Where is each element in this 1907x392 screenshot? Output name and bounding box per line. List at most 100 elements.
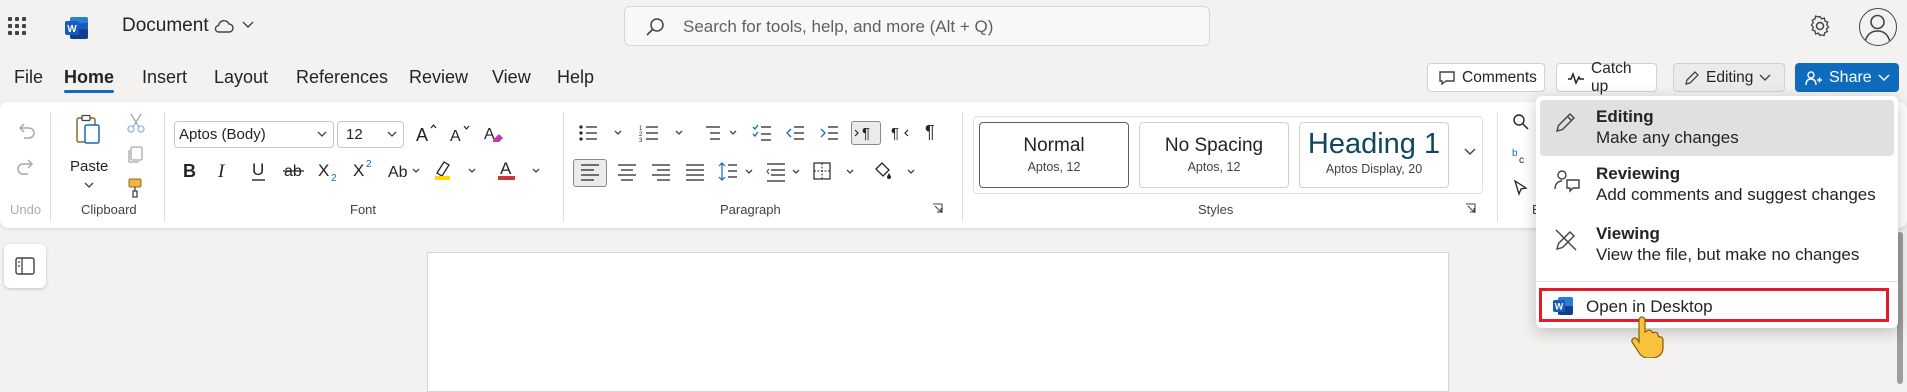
document-title[interactable]: Document	[122, 15, 209, 37]
paragraph-spacing-icon[interactable]	[766, 161, 806, 183]
increase-indent-icon[interactable]	[819, 124, 839, 142]
bold-icon[interactable]: B	[182, 160, 198, 180]
share-label: Share	[1829, 68, 1872, 86]
tab-references[interactable]: References	[296, 67, 388, 88]
redo-icon[interactable]	[16, 158, 36, 176]
show-formatting-marks-icon[interactable]: ¶	[925, 122, 935, 143]
subscript-icon[interactable]: X2	[317, 160, 341, 182]
underline-icon[interactable]: U	[250, 160, 268, 182]
cloud-saved-icon	[212, 18, 234, 34]
change-case-icon[interactable]: Ab	[387, 161, 421, 181]
format-painter-icon[interactable]	[127, 178, 143, 198]
tab-layout[interactable]: Layout	[214, 67, 268, 88]
style-desc: Aptos Display, 20	[1325, 162, 1423, 176]
styles-dialog-launcher-icon[interactable]	[1465, 203, 1477, 215]
justify-icon[interactable]	[685, 162, 705, 182]
font-size-value: 12	[346, 126, 363, 143]
tab-view[interactable]: View	[492, 67, 531, 88]
align-left-icon[interactable]	[573, 159, 607, 187]
bullets-icon[interactable]	[578, 124, 626, 142]
paste-label[interactable]: Paste	[70, 158, 108, 175]
share-button[interactable]: Share	[1795, 63, 1899, 92]
shrink-font-icon[interactable]: A	[449, 123, 471, 145]
menu-item-viewing[interactable]: Viewing View the file, but make no chang…	[1536, 218, 1898, 276]
comments-button[interactable]: Comments	[1427, 63, 1545, 92]
decrease-indent-icon[interactable]	[785, 124, 805, 142]
align-right-icon[interactable]	[651, 162, 671, 182]
navigation-pane-button[interactable]	[4, 244, 46, 288]
hand-pointer-cursor-icon	[1628, 316, 1664, 358]
style-no-spacing[interactable]: No Spacing Aptos, 12	[1139, 122, 1289, 188]
pencil-icon	[1554, 110, 1578, 134]
svg-text:B: B	[183, 161, 196, 180]
settings-gear-icon[interactable]	[1808, 14, 1832, 38]
svg-text:A: A	[450, 128, 461, 145]
svg-text:W: W	[1555, 302, 1564, 312]
pencil-icon	[1684, 70, 1700, 86]
line-spacing-icon[interactable]	[718, 161, 758, 183]
app-launcher-icon[interactable]	[8, 17, 26, 35]
paragraph-dialog-launcher-icon[interactable]	[932, 203, 944, 215]
tab-file[interactable]: File	[14, 67, 43, 88]
svg-text:Ab: Ab	[388, 164, 408, 181]
chevron-down-icon	[387, 131, 397, 138]
align-center-icon[interactable]	[617, 162, 637, 182]
multilevel-list-icon[interactable]	[705, 124, 741, 142]
borders-icon[interactable]	[813, 161, 861, 183]
tab-home[interactable]: Home	[64, 67, 114, 88]
rtl-direction-icon[interactable]: ¶	[889, 122, 911, 144]
font-color-icon[interactable]: A	[497, 158, 543, 182]
find-search-icon[interactable]	[1512, 113, 1530, 131]
menu-item-title: Editing	[1596, 107, 1654, 126]
catch-up-button[interactable]: Catch up	[1556, 60, 1657, 95]
style-normal[interactable]: Normal Aptos, 12	[979, 122, 1129, 188]
superscript-icon[interactable]: X2	[352, 158, 376, 180]
menu-item-reviewing[interactable]: Reviewing Add comments and suggest chang…	[1536, 158, 1898, 216]
document-page[interactable]	[427, 252, 1449, 392]
navigation-pane-icon	[15, 257, 35, 275]
select-arrow-icon[interactable]	[1512, 179, 1530, 197]
copy-icon[interactable]	[127, 146, 143, 164]
font-group-label: Font	[350, 202, 377, 217]
tab-help[interactable]: Help	[557, 67, 594, 88]
people-icon	[1805, 70, 1823, 86]
avatar[interactable]	[1859, 8, 1897, 46]
style-heading-1[interactable]: Heading 1 Aptos Display, 20	[1299, 122, 1449, 188]
comment-icon	[1438, 70, 1456, 86]
style-name: No Spacing	[1164, 135, 1264, 156]
font-size-select[interactable]: 12	[337, 121, 404, 148]
open-in-desktop-button[interactable]: W Open in Desktop	[1539, 288, 1889, 322]
svg-text:c: c	[1519, 155, 1524, 164]
tab-insert[interactable]: Insert	[142, 67, 187, 88]
editing-mode-button[interactable]: Editing	[1673, 63, 1785, 92]
tab-review[interactable]: Review	[409, 67, 468, 88]
checklist-icon[interactable]	[752, 124, 772, 142]
svg-text:b: b	[1512, 148, 1518, 159]
search-placeholder: Search for tools, help, and more (Alt + …	[683, 17, 994, 36]
chevron-down-icon	[1759, 74, 1771, 82]
undo-icon[interactable]	[16, 122, 36, 140]
ltr-direction-icon[interactable]: ¶	[851, 121, 881, 145]
replace-icon[interactable]: bc	[1512, 146, 1530, 164]
clear-formatting-icon[interactable]: A	[483, 122, 505, 144]
chevron-down-icon	[1878, 73, 1890, 82]
search-box[interactable]: Search for tools, help, and more (Alt + …	[624, 6, 1210, 46]
ribbon-divider	[962, 112, 963, 222]
svg-text:3: 3	[639, 138, 643, 142]
undo-group-label: Undo	[10, 202, 42, 217]
svg-text:X: X	[353, 161, 364, 180]
strikethrough-icon[interactable]: ab	[283, 160, 307, 180]
shading-fill-icon[interactable]	[872, 160, 922, 182]
italic-icon[interactable]: I	[216, 160, 232, 180]
cut-scissors-icon[interactable]	[127, 113, 145, 133]
highlight-color-icon[interactable]	[433, 159, 479, 181]
menu-item-editing[interactable]: Editing Make any changes	[1540, 100, 1894, 156]
grow-font-icon[interactable]: A	[415, 122, 437, 144]
paste-clipboard-icon[interactable]	[74, 114, 102, 146]
chevron-down-icon	[317, 131, 327, 138]
chevron-down-icon[interactable]	[84, 182, 94, 189]
styles-expand-chevron-icon[interactable]	[1464, 148, 1476, 156]
font-name-select[interactable]: Aptos (Body)	[174, 121, 334, 148]
numbering-icon[interactable]: 123	[639, 124, 687, 142]
chevron-down-icon[interactable]	[242, 21, 254, 29]
